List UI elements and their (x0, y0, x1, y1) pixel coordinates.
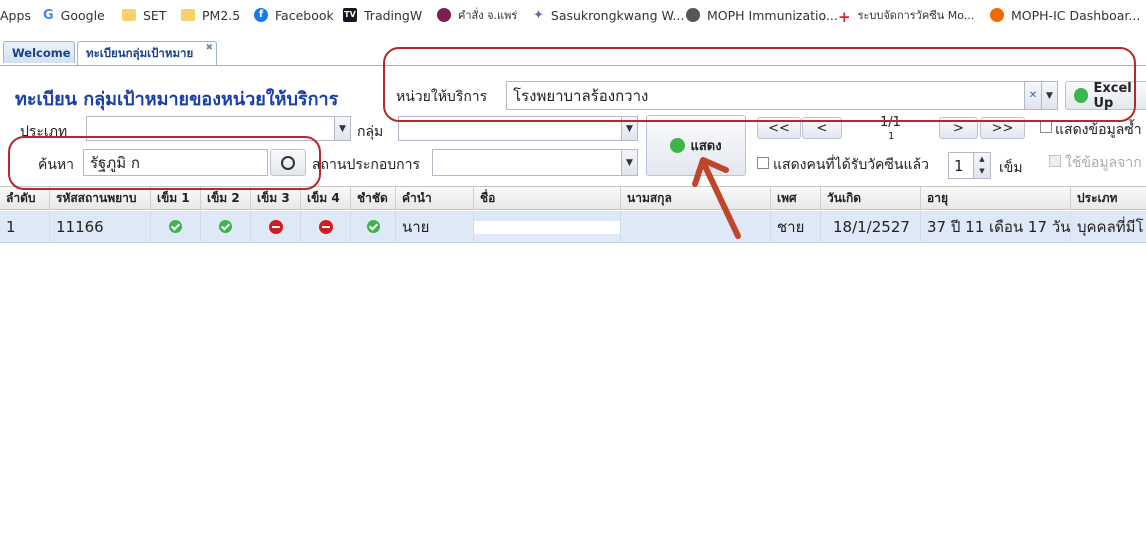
folder-icon (122, 9, 136, 21)
col-header-age[interactable]: อายุ (921, 187, 1071, 210)
cell-category: บุคคลที่มีโ (1077, 217, 1144, 236)
bookmark-pm25[interactable]: PM2.5 (181, 0, 240, 30)
use-data-checkbox[interactable] (1049, 155, 1061, 171)
red-cross-icon: + (838, 8, 851, 26)
bookmark-vaccine-system[interactable]: + ระบบจัดการวัคซีน Mo... (838, 0, 974, 30)
col-header-dose1[interactable]: เข็ม 1 (151, 187, 201, 210)
tab-welcome[interactable]: Welcome (3, 41, 75, 63)
caduceus-icon: ✦ (533, 8, 544, 23)
chevron-down-icon[interactable]: ▼ (335, 116, 351, 141)
globe-icon (686, 8, 700, 22)
tradingview-icon: TV (343, 8, 357, 22)
cell-dose2 (201, 211, 251, 242)
check-circle-icon (366, 220, 380, 233)
workplace-label: สถานประกอบการ (312, 157, 421, 173)
folder-icon (181, 9, 195, 21)
col-header-category[interactable]: ประเภท (1071, 187, 1146, 210)
show-vaccinated-checkbox[interactable] (757, 157, 769, 173)
use-data-label: ใช้ข้อมูลจาก (1065, 155, 1142, 171)
col-header-birthdate[interactable]: วันเกิด (821, 187, 921, 210)
bookmark-apps[interactable]: Apps (0, 0, 31, 30)
cell-dose1 (151, 211, 201, 242)
col-header-dose2[interactable]: เข็ม 2 (201, 187, 251, 210)
group-label: กลุ่ม (357, 124, 384, 140)
chevron-down-icon[interactable]: ▼ (622, 149, 638, 176)
show-detail-label: แสดงข้อมูลซ้ำ (1055, 122, 1142, 138)
page-sub: 1 (888, 131, 895, 142)
col-header-no[interactable]: ลำดับ (0, 187, 50, 210)
google-icon: G (43, 8, 54, 23)
grafana-icon (990, 8, 1004, 22)
col-header-extra[interactable]: ชำชัด (351, 187, 396, 210)
annotation-highlight-search (8, 136, 321, 190)
bookmark-tradingview[interactable]: TV TradingW (343, 0, 422, 30)
cell-no: 1 (0, 211, 50, 242)
bookmarks-bar: Apps G Google SET PM2.5 f Facebook TV Tr… (0, 0, 1146, 32)
check-circle-icon (219, 220, 232, 233)
refresh-icon (670, 138, 686, 153)
col-header-prefix[interactable]: คำนำ (396, 187, 474, 210)
annotation-arrow (692, 157, 741, 239)
col-header-first-name[interactable]: ชื่อ (474, 187, 621, 210)
col-header-sex[interactable]: เพศ (771, 187, 821, 210)
bookmark-kamsang[interactable]: คำสั่ง จ.แพร่ (437, 0, 517, 30)
cell-prefix: นาย (396, 211, 474, 242)
check-circle-icon (169, 220, 182, 233)
bookmark-google[interactable]: G Google (43, 0, 105, 30)
annotation-highlight-unit (383, 47, 1136, 122)
bookmark-set[interactable]: SET (122, 0, 166, 30)
col-header-dose4[interactable]: เข็ม 4 (301, 187, 351, 210)
cell-sex: ชาย (771, 211, 821, 242)
dose-spinner[interactable]: 1 (948, 152, 974, 179)
table-row[interactable]: 1 11166 นาย ชาย 18/1/2527 37 ปี 11 เดือน… (0, 211, 1146, 243)
bookmark-moph-ic-dashboard[interactable]: MOPH-IC Dashboar... (990, 0, 1140, 30)
no-entry-icon (268, 219, 283, 234)
cell-extra (351, 211, 396, 242)
facebook-icon: f (254, 8, 268, 22)
bookmark-facebook[interactable]: f Facebook (254, 0, 334, 30)
cell-first-name (474, 211, 621, 242)
cell-birthdate: 18/1/2527 (821, 211, 921, 242)
show-detail-checkbox[interactable] (1040, 121, 1052, 137)
bookmark-moph-immunization[interactable]: MOPH Immunizatio... (686, 0, 838, 30)
tab-target-registry[interactable]: ทะเบียนกลุ่มเป้าหมาย ✖ (77, 41, 217, 65)
dose-unit-label: เข็ม (999, 160, 1023, 176)
redaction-block (474, 221, 620, 234)
col-header-hospcode[interactable]: รหัสสถานพยาบ (50, 187, 151, 210)
virus-icon (437, 8, 451, 22)
cell-dose4 (301, 211, 351, 242)
no-entry-icon (318, 219, 333, 234)
cell-dose3 (251, 211, 301, 242)
bookmark-sasukrongkwang[interactable]: ✦ Sasukrongkwang W... (533, 0, 684, 30)
results-grid: ลำดับ รหัสสถานพยาบ เข็ม 1 เข็ม 2 เข็ม 3 … (0, 186, 1146, 560)
col-header-dose3[interactable]: เข็ม 3 (251, 187, 301, 210)
stepper-arrows-icon[interactable]: ▲ ▼ (974, 152, 991, 179)
workplace-field[interactable] (432, 149, 622, 176)
cell-hospcode: 11166 (50, 211, 151, 242)
cell-age: 37 ปี 11 เดือน 17 วัน (921, 211, 1071, 242)
page-title: ทะเบียน กลุ่มเป้าหมายของหน่วยให้บริการ (15, 89, 339, 110)
show-vaccinated-label: แสดงคนที่ได้รับวัคซีนแล้ว (773, 157, 929, 173)
close-icon[interactable]: ✖ (205, 43, 213, 53)
